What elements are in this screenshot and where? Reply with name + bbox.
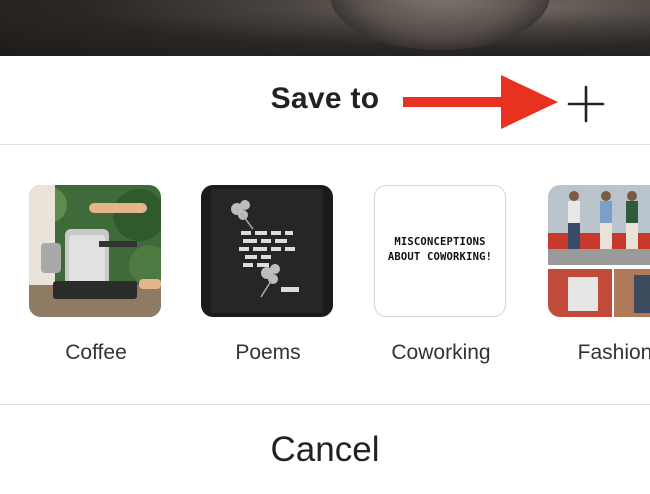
coffee-cup-image <box>330 0 550 50</box>
board-thumbnail-coworking: MISCONCEPTIONS ABOUT COWORKING! <box>374 185 506 317</box>
cancel-button[interactable]: Cancel <box>0 405 650 494</box>
board-name: Coffee <box>65 341 127 364</box>
sheet-header: Save to <box>0 56 650 144</box>
board-item-coworking[interactable]: MISCONCEPTIONS ABOUT COWORKING! Coworkin… <box>374 185 508 364</box>
board-item-fashion[interactable]: Fashion <box>548 185 650 364</box>
thumbnail-text: MISCONCEPTIONS ABOUT COWORKING! <box>387 236 493 263</box>
board-thumbnail-poems <box>201 185 333 317</box>
board-name: Fashion <box>577 341 650 364</box>
background-photo <box>0 0 650 56</box>
red-arrow-annotation <box>403 75 558 129</box>
board-thumbnail-fashion <box>548 185 650 317</box>
board-item-coffee[interactable]: Coffee <box>29 185 163 364</box>
board-name: Coworking <box>391 341 491 364</box>
board-name: Poems <box>235 341 301 364</box>
board-list: Coffee Poems MISCONCEPTIONS ABOUT COWORK… <box>0 145 650 403</box>
board-item-poems[interactable]: Poems <box>201 185 335 364</box>
board-thumbnail-coffee <box>29 185 161 317</box>
create-board-plus-icon[interactable] <box>563 81 609 127</box>
save-to-sheet: Save to Coffee Poems MISCONCEPTIONS ABOU… <box>0 56 650 494</box>
